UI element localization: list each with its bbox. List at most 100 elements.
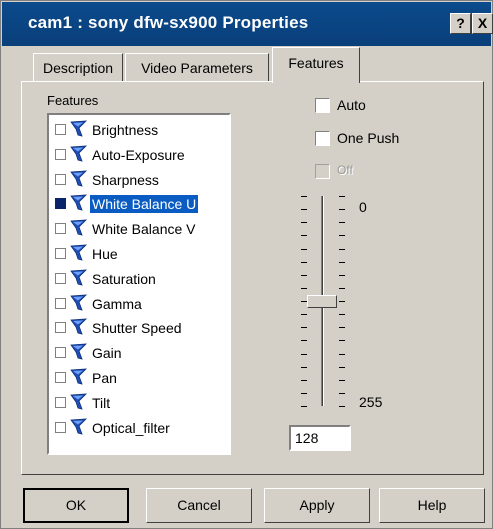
slider-tick bbox=[339, 222, 345, 223]
feature-checkbox[interactable] bbox=[55, 421, 66, 433]
slider-tick bbox=[339, 367, 345, 368]
slider-tick bbox=[301, 235, 307, 236]
slider-tick bbox=[339, 301, 345, 302]
feature-item[interactable]: Pan bbox=[53, 367, 229, 389]
slider-tick bbox=[339, 249, 345, 250]
slider-tick bbox=[339, 235, 345, 236]
apply-button[interactable]: Apply bbox=[264, 488, 370, 523]
feature-label: Shutter Speed bbox=[92, 320, 182, 337]
slider-tick bbox=[301, 393, 307, 394]
feature-item[interactable]: White Balance U bbox=[53, 193, 229, 215]
slider-tick bbox=[301, 340, 307, 341]
help-button[interactable]: Help bbox=[379, 488, 485, 523]
auto-checkbox-label: Auto bbox=[337, 97, 366, 113]
feature-label: Saturation bbox=[92, 270, 156, 287]
help-title-button[interactable]: ? bbox=[450, 13, 471, 34]
feature-item[interactable]: Shutter Speed bbox=[53, 317, 229, 339]
feature-icon bbox=[70, 294, 88, 312]
feature-icon bbox=[70, 170, 88, 188]
one-push-checkbox-box[interactable] bbox=[315, 131, 330, 146]
value-input[interactable]: 128 bbox=[289, 425, 351, 451]
slider-tick bbox=[339, 406, 345, 407]
feature-item[interactable]: Optical_filter bbox=[53, 417, 229, 439]
slider-tick bbox=[339, 393, 345, 394]
slider-tick bbox=[301, 209, 307, 210]
feature-icon bbox=[70, 393, 88, 411]
slider-tick bbox=[339, 288, 345, 289]
feature-checkbox[interactable] bbox=[55, 372, 66, 383]
slider-tick bbox=[301, 288, 307, 289]
features-group-label: Features bbox=[47, 93, 99, 108]
feature-checkbox[interactable] bbox=[55, 223, 66, 235]
slider-tick bbox=[301, 327, 307, 328]
off-checkbox-box bbox=[315, 164, 330, 179]
feature-item[interactable]: Auto-Exposure bbox=[53, 144, 229, 166]
feature-label: Pan bbox=[92, 370, 117, 386]
slider-tick bbox=[339, 380, 345, 381]
slider-tick bbox=[301, 380, 307, 381]
slider-tick bbox=[301, 275, 307, 276]
feature-item[interactable]: Brightness bbox=[53, 119, 229, 141]
tab-description[interactable]: Description bbox=[33, 53, 123, 82]
feature-item[interactable]: Sharpness bbox=[53, 169, 229, 191]
slider-tick bbox=[339, 314, 345, 315]
slider-tick bbox=[339, 196, 345, 197]
feature-checkbox[interactable] bbox=[55, 297, 66, 309]
slider-tick bbox=[301, 367, 307, 368]
feature-label: Gain bbox=[92, 345, 122, 362]
feature-checkbox[interactable] bbox=[55, 396, 66, 408]
slider-tick bbox=[339, 262, 345, 263]
slider-tick bbox=[301, 406, 307, 407]
feature-icon bbox=[70, 244, 88, 262]
feature-checkbox[interactable] bbox=[55, 198, 66, 210]
feature-label: Brightness bbox=[92, 122, 159, 138]
feature-item[interactable]: Saturation bbox=[53, 268, 229, 290]
slider-bottom-label: 255 bbox=[359, 394, 383, 410]
feature-item[interactable]: White Balance V bbox=[53, 218, 229, 240]
feature-icon bbox=[70, 145, 88, 163]
slider-tick bbox=[339, 327, 345, 328]
feature-checkbox[interactable] bbox=[55, 347, 66, 359]
value-slider[interactable] bbox=[291, 191, 381, 417]
feature-icon bbox=[70, 343, 88, 361]
feature-checkbox[interactable] bbox=[55, 124, 66, 135]
close-button[interactable]: X bbox=[472, 13, 493, 34]
feature-checkbox[interactable] bbox=[55, 248, 66, 259]
ok-button[interactable]: OK bbox=[23, 488, 129, 523]
off-checkbox-label: Off bbox=[337, 163, 353, 177]
auto-checkbox-box[interactable] bbox=[315, 98, 330, 113]
feature-item[interactable]: Hue bbox=[53, 243, 229, 265]
slider-tick bbox=[301, 262, 307, 263]
feature-icon bbox=[70, 120, 88, 138]
slider-tick bbox=[339, 275, 345, 276]
feature-icon bbox=[70, 368, 88, 386]
slider-tick bbox=[339, 340, 345, 341]
feature-item[interactable]: Gain bbox=[53, 342, 229, 364]
feature-checkbox[interactable] bbox=[55, 173, 66, 185]
slider-tick bbox=[301, 249, 307, 250]
cancel-button[interactable]: Cancel bbox=[146, 488, 252, 523]
feature-icon bbox=[70, 318, 88, 336]
feature-label: White Balance U bbox=[90, 195, 199, 214]
slider-tick bbox=[301, 301, 307, 302]
tab-features[interactable]: Features bbox=[272, 47, 360, 83]
feature-item[interactable]: Tilt bbox=[53, 392, 229, 414]
one-push-checkbox-label: One Push bbox=[337, 130, 400, 146]
feature-checkbox[interactable] bbox=[55, 322, 66, 334]
slider-tick bbox=[339, 354, 345, 355]
feature-label: Hue bbox=[92, 246, 118, 262]
properties-dialog: cam1 : sony dfw-sx900 Properties ? X Des… bbox=[0, 0, 493, 529]
slider-top-label: 0 bbox=[359, 199, 367, 215]
slider-thumb[interactable] bbox=[307, 294, 337, 308]
feature-checkbox[interactable] bbox=[55, 148, 66, 160]
feature-icon bbox=[70, 269, 88, 287]
slider-tick bbox=[339, 209, 345, 210]
feature-checkbox[interactable] bbox=[55, 272, 66, 284]
tab-video-parameters[interactable]: Video Parameters bbox=[125, 53, 269, 82]
slider-tick bbox=[301, 354, 307, 355]
feature-item[interactable]: Gamma bbox=[53, 293, 229, 315]
feature-list[interactable]: Brightness Auto-Exposure Sharpness White Ba… bbox=[47, 113, 231, 455]
title-bar[interactable]: cam1 : sony dfw-sx900 Properties ? X bbox=[2, 2, 493, 46]
slider-tick bbox=[301, 314, 307, 315]
feature-label: Sharpness bbox=[92, 171, 159, 188]
